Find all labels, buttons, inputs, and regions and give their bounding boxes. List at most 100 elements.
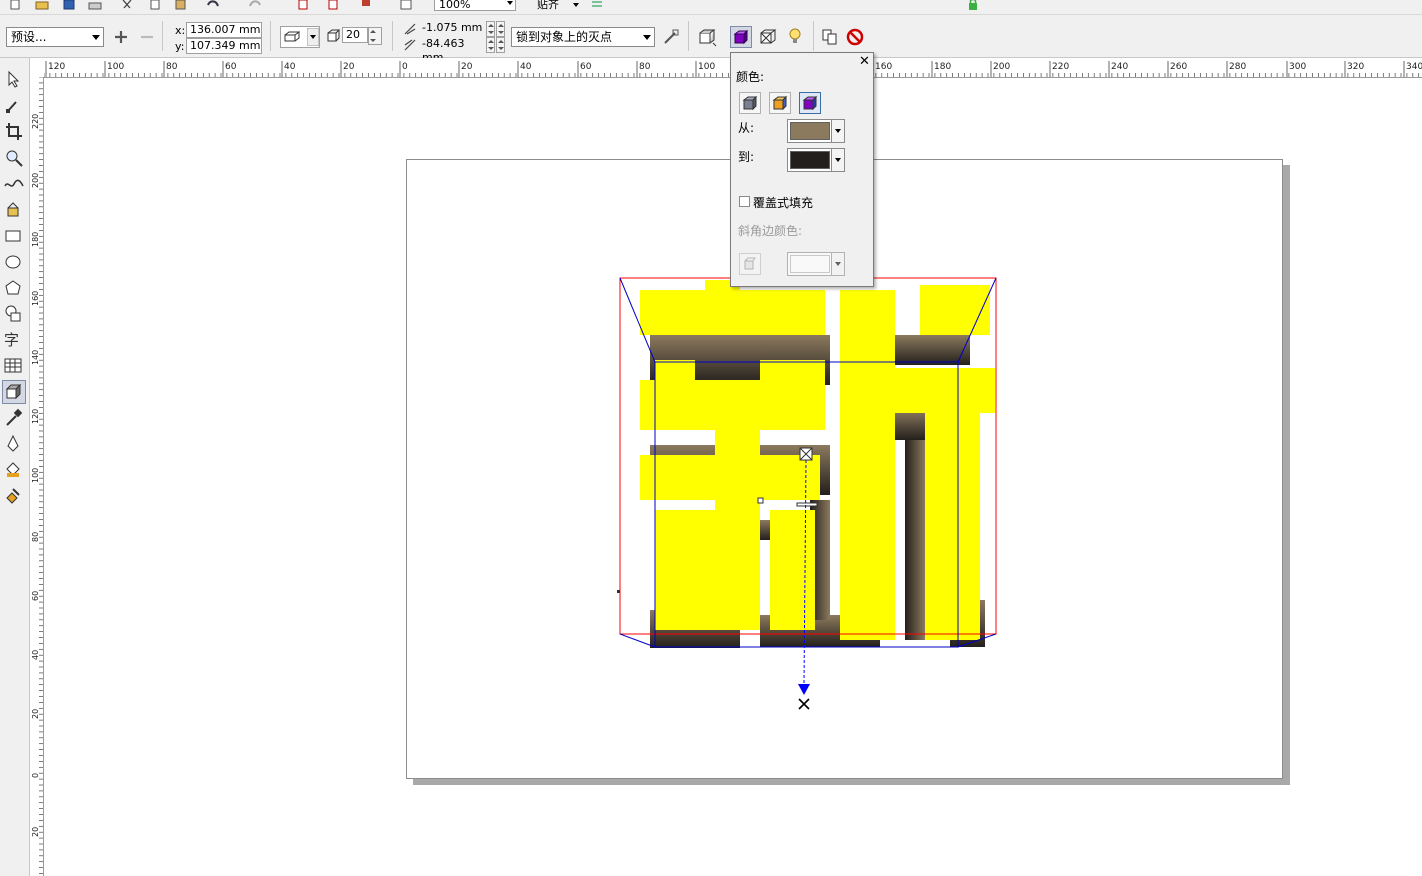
extrude-bevel-icon[interactable] (758, 27, 780, 47)
extrusion-type-select[interactable] (280, 26, 320, 48)
bevel-use-fill-button (739, 253, 761, 275)
chevron-down-icon (831, 253, 844, 275)
ruler-tick-label: 240 (1111, 62, 1128, 72)
extrusion-type-icon (284, 31, 300, 42)
text-tool-icon[interactable]: 字 (2, 328, 26, 352)
application-launcher-icon[interactable] (360, 0, 374, 11)
cut-icon[interactable] (120, 0, 134, 11)
table-tool-icon[interactable] (2, 354, 26, 378)
save-icon[interactable] (62, 0, 76, 11)
object-fill-icon (742, 95, 758, 111)
vertical-ruler-scale: 22020018016014012010080604020020 (31, 77, 43, 874)
extrude-color-popup: ✕ 颜色: 从: 到: 覆盖式填充 斜角边颜色: (730, 52, 874, 287)
interactive-fill-tool-icon[interactable] (2, 484, 26, 508)
fill-tool-icon[interactable] (2, 458, 26, 482)
ruler-tick-label: 20 (31, 827, 40, 837)
import-icon[interactable] (298, 0, 312, 11)
vanishing-point-y-spinner[interactable] (486, 37, 495, 53)
snap-to-button[interactable]: 贴齐 (537, 0, 559, 12)
welcome-screen-icon[interactable] (400, 0, 414, 11)
y-position-input[interactable]: 107.349 mm (186, 38, 262, 54)
extrude-color-button[interactable] (730, 26, 752, 48)
remove-preset-icon[interactable] (140, 30, 154, 44)
side-handle (617, 590, 620, 593)
redo-icon[interactable] (248, 0, 262, 11)
freehand-tool-icon[interactable] (2, 172, 26, 196)
to-color-picker[interactable] (787, 148, 845, 172)
vanishing-point-lock-select[interactable]: 锁到对象上的灭点 (511, 27, 655, 47)
preset-select[interactable]: 预设... (6, 27, 104, 47)
options-icon[interactable] (590, 0, 604, 11)
vanishing-point-x-spinner[interactable] (486, 21, 495, 37)
close-icon[interactable]: ✕ (859, 55, 870, 68)
ruler-origin-corner[interactable] (30, 58, 44, 78)
extrude-tool-icon (5, 383, 22, 400)
export-icon[interactable] (325, 0, 339, 11)
basic-shapes-tool-icon[interactable] (2, 302, 26, 326)
new-file-icon[interactable] (8, 0, 22, 11)
color-popup-title: 颜色: (736, 70, 765, 84)
snap-dropdown-arrow-icon[interactable] (570, 0, 584, 11)
extruded-text-object[interactable] (600, 260, 1020, 720)
x-position-input[interactable]: 136.007 mm (186, 22, 262, 38)
ruler-tick-label: 280 (1229, 62, 1246, 72)
eyedropper-tool-icon[interactable] (2, 406, 26, 430)
vanishing-point-y-input[interactable]: -84.463 mm (419, 37, 485, 64)
ruler-tick-label: 20 (461, 62, 473, 72)
from-color-swatch (790, 122, 830, 140)
polygon-tool-icon[interactable] (2, 276, 26, 300)
ruler-tick-label: 260 (1170, 62, 1187, 72)
depth-spinner[interactable] (368, 27, 382, 45)
use-color-shading-button[interactable] (799, 92, 821, 114)
vanishing-point-arrow (798, 684, 810, 695)
undo-icon[interactable] (206, 0, 220, 11)
extrude-tool-button[interactable] (2, 380, 26, 404)
extrude-rotation-icon[interactable] (697, 27, 719, 47)
shape-tool-icon[interactable] (2, 94, 26, 118)
rectangle-tool-icon[interactable] (2, 224, 26, 248)
copy-icon[interactable] (148, 0, 162, 11)
pick-tool-icon[interactable] (2, 68, 26, 92)
vanishing-point-lock-value: 锁到对象上的灭点 (516, 30, 613, 44)
vanishing-point-x-input[interactable]: -1.075 mm (419, 21, 485, 37)
chevron-down-icon (307, 28, 319, 46)
toolbox: 字 (0, 58, 30, 876)
clear-extrude-icon[interactable] (845, 27, 865, 47)
ruler-tick-label: 0 (402, 62, 408, 72)
use-object-fill-button[interactable] (739, 92, 761, 114)
print-icon[interactable] (88, 0, 102, 11)
ruler-tick-label: 80 (166, 62, 178, 72)
bevel-color-label: 斜角边颜色: (738, 224, 803, 238)
vanishing-point-properties-icon[interactable] (662, 28, 680, 46)
bevel-color-swatch (790, 255, 830, 273)
outline-pen-tool-icon[interactable] (2, 432, 26, 456)
standard-toolbar: 100% 贴齐 (0, 0, 1422, 15)
add-preset-icon[interactable] (114, 30, 128, 44)
ruler-tick-label: 200 (993, 62, 1010, 72)
ruler-tick-label: 20 (31, 709, 40, 719)
from-color-picker[interactable] (787, 119, 845, 143)
vertical-ruler[interactable]: 220 200 180 160 140 120 100 80 60 40 20 0 20 (30, 77, 44, 876)
open-folder-icon[interactable] (35, 0, 49, 11)
smart-fill-tool-icon[interactable] (2, 198, 26, 222)
ruler-tick-label: 220 (1052, 62, 1069, 72)
extrude-color-icon (733, 29, 749, 45)
overprint-checkbox[interactable] (739, 196, 750, 207)
ellipse-tool-icon[interactable] (2, 250, 26, 274)
zoom-tool-icon[interactable] (2, 146, 26, 170)
copy-extrude-properties-icon[interactable] (820, 27, 840, 47)
ruler-tick-label: 60 (580, 62, 592, 72)
crop-tool-icon[interactable] (2, 120, 26, 144)
vanishing-point-x-spinner-2[interactable] (496, 21, 505, 37)
vanishing-point-y-spinner-2[interactable] (496, 37, 505, 53)
extrude-lighting-icon[interactable] (786, 26, 808, 48)
ruler-tick-label: 180 (31, 232, 40, 247)
color-shading-icon (802, 95, 818, 111)
use-solid-color-button[interactable] (769, 92, 791, 114)
ruler-tick-label: 180 (934, 62, 951, 72)
ruler-tick-label: 320 (1347, 62, 1364, 72)
ruler-tick-label: 60 (31, 591, 40, 601)
zoom-level-select[interactable]: 100% (434, 0, 516, 11)
paste-icon[interactable] (174, 0, 188, 11)
depth-input[interactable]: 20 (342, 27, 368, 43)
